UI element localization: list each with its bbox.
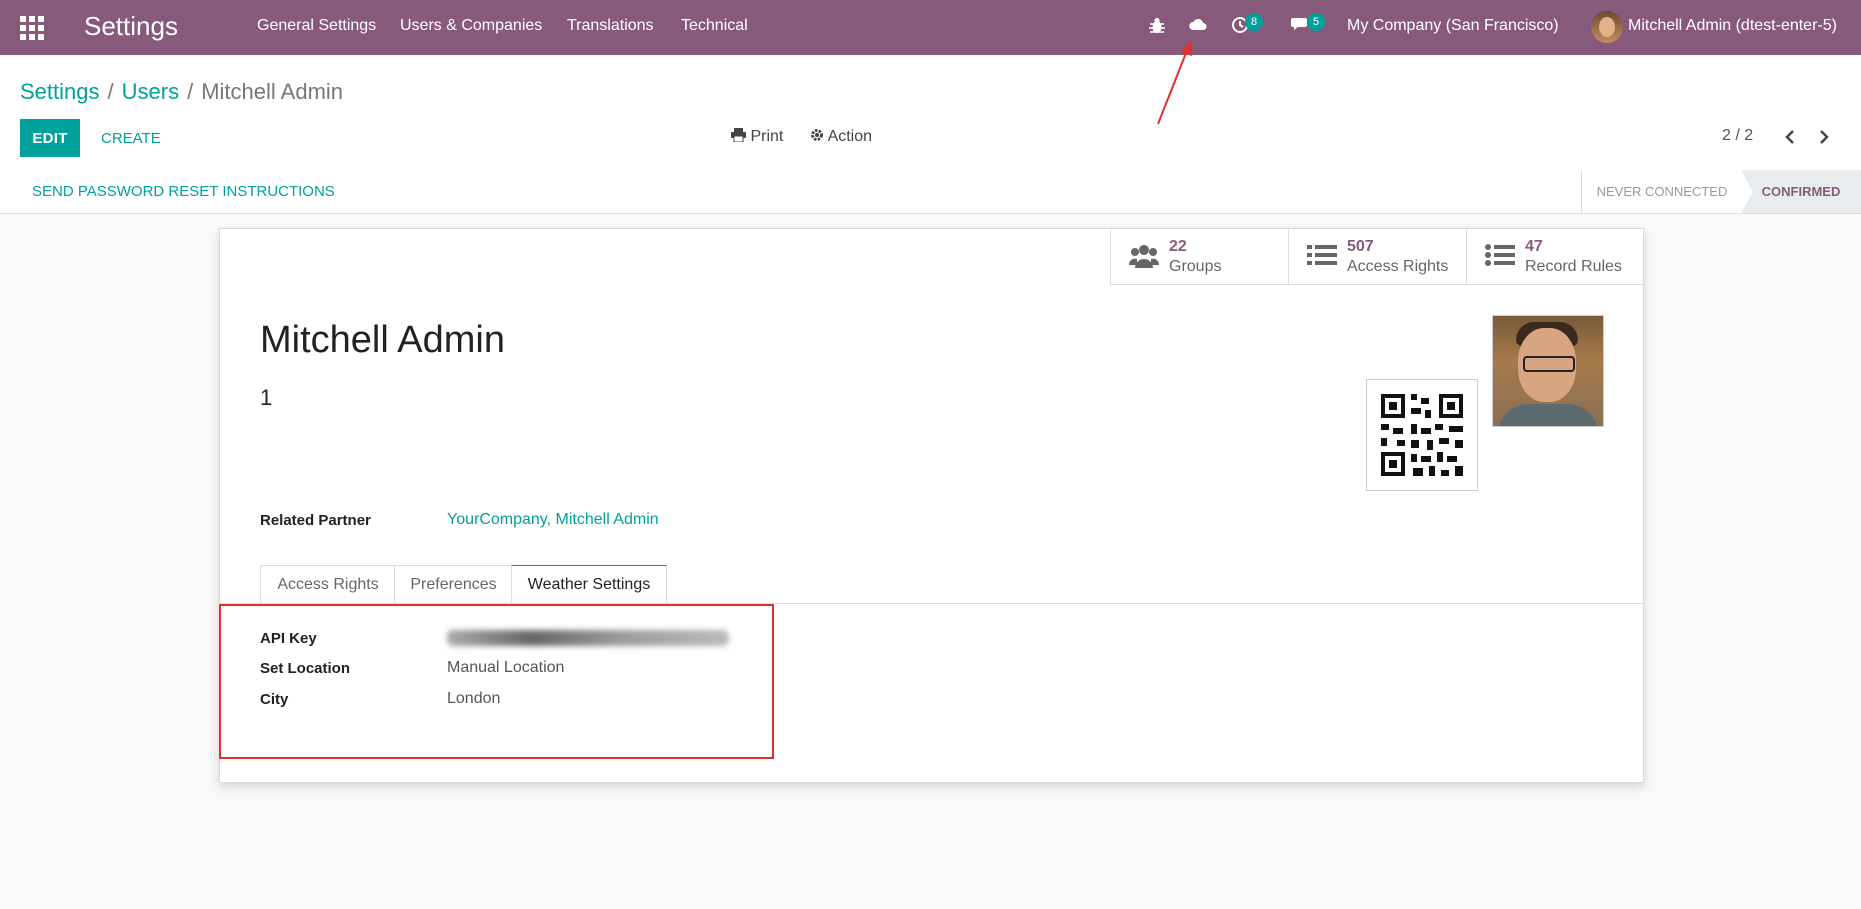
- access-rights-count: 507: [1347, 238, 1374, 255]
- edit-button[interactable]: EDIT: [20, 119, 80, 157]
- status-confirmed[interactable]: CONFIRMED: [1741, 170, 1861, 213]
- menu-translations[interactable]: Translations: [567, 17, 654, 35]
- record-rules-count: 47: [1525, 238, 1543, 255]
- list-ul-icon: [1485, 243, 1515, 267]
- control-panel: Settings / Users / Mitchell Admin EDIT CREAT…: [0, 55, 1861, 171]
- messages-chat-icon[interactable]: 5: [1291, 13, 1325, 34]
- send-password-reset-button[interactable]: SEND PASSWORD RESET INSTRUCTIONS: [32, 183, 335, 200]
- app-name: Settings: [84, 11, 178, 41]
- access-rights-label: Access Rights: [1347, 258, 1449, 275]
- user-photo[interactable]: [1492, 315, 1604, 427]
- user-avatar[interactable]: [1591, 11, 1623, 43]
- menu-users-companies[interactable]: Users & Companies: [400, 17, 542, 35]
- breadcrumb-current: Mitchell Admin: [201, 79, 344, 104]
- debug-bug-icon[interactable]: [1149, 17, 1165, 35]
- annotation-highlight-box: [219, 604, 774, 759]
- print-dropdown[interactable]: Print: [731, 128, 783, 146]
- print-label: Print: [750, 128, 784, 145]
- groups-count: 22: [1169, 238, 1187, 255]
- menu-technical[interactable]: Technical: [681, 17, 748, 35]
- company-switcher[interactable]: My Company (San Francisco): [1347, 17, 1559, 35]
- pager-next-icon[interactable]: [1815, 127, 1833, 147]
- activity-count-badge: 8: [1245, 13, 1263, 31]
- stat-button-access-rights[interactable]: 507 Access Rights: [1288, 229, 1467, 285]
- stat-button-record-rules[interactable]: 47 Record Rules: [1466, 229, 1645, 285]
- pager-previous-icon[interactable]: [1781, 127, 1799, 147]
- stat-button-groups[interactable]: 22 Groups: [1110, 229, 1289, 285]
- pager-value[interactable]: 2 / 2: [1722, 127, 1753, 145]
- groups-label: Groups: [1169, 258, 1222, 275]
- activity-clock-icon[interactable]: 8: [1231, 13, 1263, 34]
- user-menu[interactable]: Mitchell Admin (dtest-enter-5): [1628, 17, 1837, 35]
- user-login: 1: [260, 385, 273, 410]
- status-never-connected[interactable]: NEVER CONNECTED: [1581, 170, 1742, 213]
- breadcrumb: Settings / Users / Mitchell Admin: [20, 79, 344, 104]
- user-name-title: Mitchell Admin: [260, 319, 505, 361]
- apps-menu-icon[interactable]: [20, 16, 44, 40]
- action-label: Action: [827, 128, 873, 145]
- qr-code: [1366, 379, 1478, 491]
- create-button[interactable]: CREATE: [95, 119, 167, 157]
- weather-cloud-icon[interactable]: [1189, 17, 1207, 31]
- tab-access-rights[interactable]: Access Rights: [260, 565, 396, 604]
- related-partner-label: Related Partner: [260, 512, 371, 529]
- annotation-arrow: [1157, 40, 1192, 125]
- users-icon: [1129, 243, 1159, 269]
- record-rules-label: Record Rules: [1525, 258, 1622, 275]
- breadcrumb-users[interactable]: Users: [122, 79, 179, 104]
- status-arrow-divider: [1741, 170, 1753, 213]
- tab-weather-settings[interactable]: Weather Settings: [511, 565, 667, 604]
- message-count-badge: 5: [1307, 13, 1325, 31]
- related-partner-link[interactable]: YourCompany, Mitchell Admin: [447, 511, 659, 529]
- list-icon: [1307, 243, 1337, 267]
- breadcrumb-settings[interactable]: Settings: [20, 79, 100, 104]
- gear-icon: [810, 128, 824, 142]
- action-dropdown[interactable]: Action: [810, 128, 872, 146]
- print-icon: [731, 128, 746, 142]
- top-navbar: Settings General Settings Users & Compan…: [0, 0, 1861, 55]
- menu-general-settings[interactable]: General Settings: [257, 17, 376, 35]
- status-bar: SEND PASSWORD RESET INSTRUCTIONS NEVER C…: [0, 170, 1861, 214]
- tab-preferences[interactable]: Preferences: [394, 565, 513, 604]
